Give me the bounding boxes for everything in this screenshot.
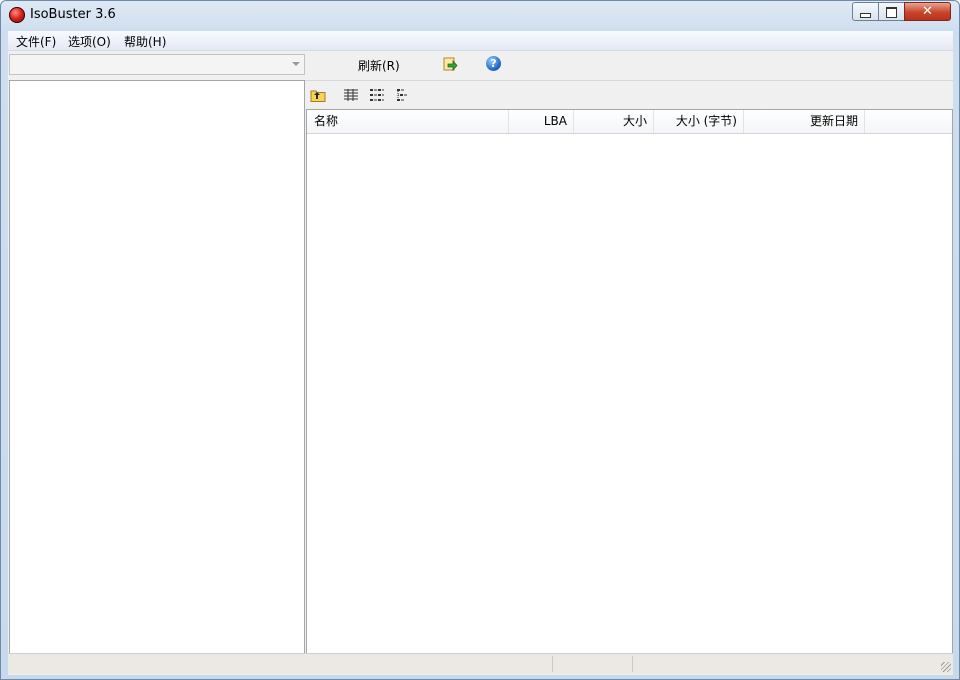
tree-pane[interactable] bbox=[9, 80, 305, 654]
close-button[interactable]: ✕ bbox=[904, 2, 951, 21]
file-list[interactable]: 名称 LBA 大小 大小 (字节) 更新日期 bbox=[306, 109, 953, 654]
maximize-button[interactable] bbox=[878, 2, 905, 21]
resize-grip[interactable] bbox=[941, 662, 951, 672]
column-header-lba[interactable]: LBA bbox=[509, 110, 574, 133]
column-header-size-bytes[interactable]: 大小 (字节) bbox=[654, 110, 744, 133]
close-icon: ✕ bbox=[922, 4, 933, 19]
status-bar bbox=[8, 653, 953, 674]
refresh-button[interactable]: 刷新(R) bbox=[358, 57, 400, 74]
details-view-icon[interactable] bbox=[343, 88, 359, 102]
export-icon[interactable] bbox=[442, 56, 458, 72]
status-pane-tertiary bbox=[633, 656, 933, 672]
app-window: IsoBuster 3.6 ✕ 文件(F) 选项(O) 帮助(H) 刷新(R) … bbox=[0, 0, 960, 680]
column-header-size[interactable]: 大小 bbox=[574, 110, 654, 133]
main-toolbar: 刷新(R) ? bbox=[8, 51, 953, 81]
list-header: 名称 LBA 大小 大小 (字节) 更新日期 bbox=[307, 110, 952, 134]
chevron-down-icon[interactable] bbox=[292, 62, 300, 66]
minimize-button[interactable] bbox=[852, 2, 879, 21]
client-area: 文件(F) 选项(O) 帮助(H) 刷新(R) ? 名称 LBA 大小 大小 (… bbox=[8, 31, 953, 675]
column-header-name[interactable]: 名称 bbox=[307, 110, 509, 133]
help-icon[interactable]: ? bbox=[486, 56, 501, 71]
status-pane-secondary bbox=[553, 656, 633, 672]
folder-up-icon[interactable] bbox=[310, 88, 326, 102]
menu-options[interactable]: 选项(O) bbox=[68, 33, 111, 50]
column-header-modified-date[interactable]: 更新日期 bbox=[744, 110, 865, 133]
drive-select-combo[interactable] bbox=[9, 54, 305, 75]
list-view-icon[interactable] bbox=[369, 88, 385, 102]
list-toolbar bbox=[306, 81, 953, 108]
title-bar[interactable]: IsoBuster 3.6 ✕ bbox=[1, 1, 959, 30]
isobuster-app-icon[interactable] bbox=[9, 7, 25, 23]
menu-bar: 文件(F) 选项(O) 帮助(H) bbox=[8, 31, 953, 51]
maximize-icon bbox=[886, 7, 897, 18]
menu-file[interactable]: 文件(F) bbox=[16, 33, 56, 50]
menu-help[interactable]: 帮助(H) bbox=[124, 33, 166, 50]
status-pane-main bbox=[8, 656, 553, 672]
tree-view-icon[interactable] bbox=[396, 88, 412, 102]
minimize-icon bbox=[860, 13, 871, 18]
window-title: IsoBuster 3.6 bbox=[30, 7, 116, 22]
